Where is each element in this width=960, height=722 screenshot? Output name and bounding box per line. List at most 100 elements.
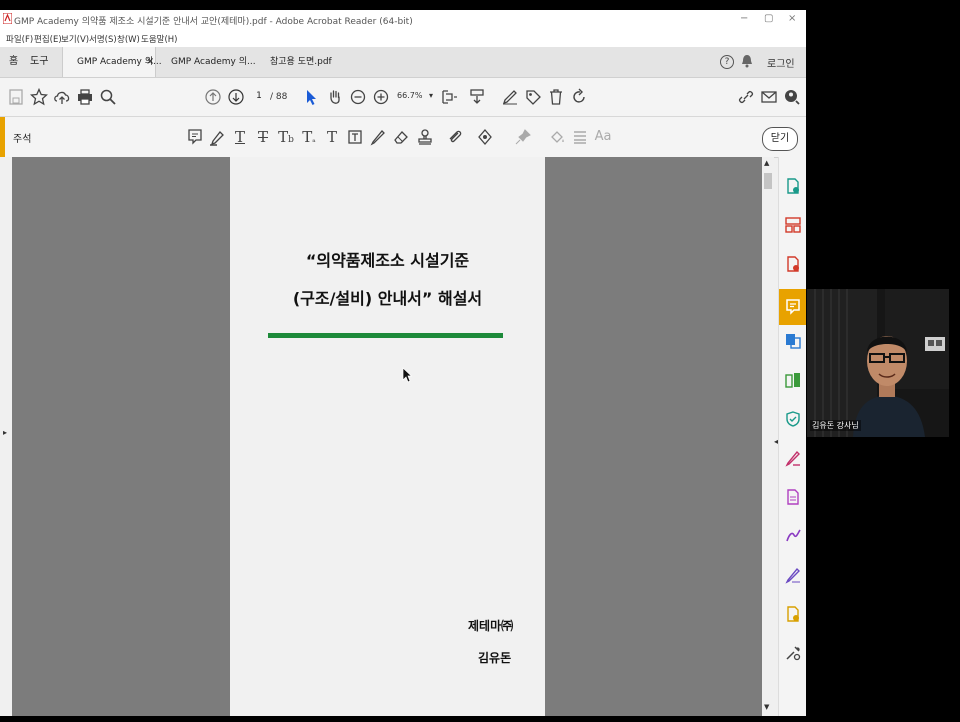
line-weight-icon[interactable]: [571, 128, 589, 146]
tab-document-3[interactable]: 참고용 도면.pdf: [270, 47, 332, 77]
menu-window[interactable]: 창(W): [117, 33, 140, 45]
select-cursor-icon[interactable]: [302, 88, 320, 106]
scroll-mode-icon[interactable]: [468, 88, 486, 106]
compress-pdf-icon[interactable]: [784, 371, 802, 389]
author-name: 김유돈: [478, 651, 512, 665]
scroll-down-icon[interactable]: ▼: [764, 703, 769, 711]
eraser-icon[interactable]: [392, 128, 410, 146]
minimize-icon[interactable]: −: [740, 13, 748, 24]
comment-tool-icon[interactable]: [779, 289, 806, 325]
print-icon[interactable]: [76, 88, 94, 106]
text-box-icon[interactable]: [346, 128, 364, 146]
accent-stripe: [0, 117, 5, 157]
sticky-note-icon[interactable]: [186, 128, 204, 146]
bookmark-star-icon[interactable]: [29, 87, 49, 106]
close-comment-label: 닫기: [770, 133, 790, 144]
delete-trash-icon[interactable]: [547, 88, 565, 106]
upload-cloud-icon[interactable]: [53, 88, 71, 106]
insert-text-icon[interactable]: Tₐ: [300, 128, 318, 146]
strikethrough-text-icon[interactable]: T: [254, 128, 272, 146]
next-page-icon[interactable]: [227, 88, 245, 106]
window-title: GMP Academy 의약품 제조소 시설기준 안내서 교안(제테마).pdf…: [14, 17, 413, 27]
fill-color-icon[interactable]: [548, 128, 566, 146]
certificate-icon[interactable]: [784, 605, 802, 623]
export-pdf-icon[interactable]: [784, 255, 802, 273]
zoom-in-icon[interactable]: [372, 88, 390, 106]
highlight-pen-icon[interactable]: [208, 128, 226, 146]
replace-text-icon[interactable]: Tb: [277, 128, 295, 146]
menu-edit[interactable]: 편집(E): [34, 33, 62, 45]
menu-view[interactable]: 보기(V): [61, 33, 89, 45]
organize-pages-icon[interactable]: [784, 216, 802, 234]
search-icon[interactable]: [99, 88, 117, 106]
scroll-up-icon[interactable]: ▲: [764, 159, 769, 167]
company-name: 제테마㈜: [468, 619, 514, 633]
document-title-line-1: “의약품제조소 시설기준: [305, 251, 470, 270]
email-icon[interactable]: [760, 88, 778, 106]
tab-tools[interactable]: 도구: [30, 47, 48, 77]
left-pane-collapsed[interactable]: ▸: [0, 157, 12, 716]
stamp-tag-icon[interactable]: [524, 88, 542, 106]
protect-icon[interactable]: [784, 410, 802, 428]
login-button[interactable]: 로그인: [767, 55, 795, 70]
close-comment-button[interactable]: 닫기: [762, 127, 798, 151]
right-tools-panel: [778, 157, 806, 716]
close-icon[interactable]: ×: [788, 13, 796, 24]
acrobat-window: GMP Academy 의약품 제조소 시설기준 안내서 교안(제테마).pdf…: [0, 10, 806, 716]
menu-sign[interactable]: 서명(S): [89, 33, 117, 45]
zoom-level-select[interactable]: 66.7% ▾: [397, 91, 433, 100]
tab-document-1[interactable]: GMP Academy 의... ×: [62, 47, 162, 77]
help-icon[interactable]: ?: [720, 55, 734, 69]
menu-file[interactable]: 파일(F): [6, 33, 33, 45]
combine-files-icon[interactable]: [784, 332, 802, 350]
rotate-icon[interactable]: [570, 88, 588, 106]
request-signature-icon[interactable]: [784, 527, 802, 545]
share-link-icon[interactable]: [737, 88, 755, 106]
draw-pencil-icon[interactable]: [369, 128, 387, 146]
document-viewport[interactable]: “의약품제조소 시설기준 (구조/설비) 안내서” 해설서 제테마㈜ 김유돈: [12, 157, 762, 716]
menu-help[interactable]: 도움말(H): [141, 33, 177, 45]
attach-file-icon[interactable]: [446, 128, 464, 146]
notification-bell-icon[interactable]: [741, 54, 753, 71]
title-bar: GMP Academy 의약품 제조소 시설기준 안내서 교안(제테마).pdf…: [0, 10, 806, 30]
tab-close-icon[interactable]: ×: [146, 47, 154, 77]
edit-pdf-icon[interactable]: [784, 488, 802, 506]
vertical-scrollbar[interactable]: ▲ ▼ ◂: [762, 157, 778, 716]
comment-panel-title: 주석: [13, 134, 32, 145]
expand-left-pane-icon[interactable]: ▸: [3, 428, 7, 437]
shape-icon[interactable]: [476, 128, 494, 146]
font-style-icon[interactable]: Aa: [594, 128, 612, 146]
tab-home[interactable]: 홈: [9, 47, 18, 77]
add-text-icon[interactable]: T: [323, 128, 341, 146]
scroll-thumb[interactable]: [764, 173, 772, 189]
save-icon[interactable]: [7, 88, 25, 106]
chevron-down-icon: ▾: [428, 91, 433, 100]
menu-bar: 파일(F) 편집(E) 보기(V) 서명(S) 창(W) 도움말(H): [0, 30, 806, 47]
maximize-icon[interactable]: ▢: [764, 13, 773, 24]
send-signature-icon[interactable]: [784, 566, 802, 584]
hand-tool-icon[interactable]: [326, 88, 344, 106]
pdf-page: “의약품제조소 시설기준 (구조/설비) 안내서” 해설서 제테마㈜ 김유돈: [230, 157, 545, 716]
mouse-cursor-icon: [402, 367, 413, 387]
webcam-feed-image: [807, 289, 949, 437]
previous-page-icon[interactable]: [204, 88, 222, 106]
webcam-video: 김유돈 강사님: [807, 289, 949, 437]
pin-icon[interactable]: [514, 128, 532, 146]
zoom-out-icon[interactable]: [349, 88, 367, 106]
fill-sign-icon[interactable]: [784, 449, 802, 467]
document-title-line-2: (구조/설비) 안내서” 해설서: [292, 289, 483, 308]
create-pdf-icon[interactable]: [784, 177, 802, 195]
page-number-input[interactable]: 1: [252, 91, 266, 105]
more-tools-icon[interactable]: [784, 644, 802, 662]
tab-document-2[interactable]: GMP Academy 의...: [171, 47, 256, 77]
sign-pen-icon[interactable]: [501, 88, 519, 106]
stamp-icon[interactable]: [416, 128, 434, 146]
zoom-level-value: 66.7%: [397, 91, 423, 100]
fit-page-icon[interactable]: [440, 88, 458, 106]
underline-text-icon[interactable]: T: [231, 128, 249, 146]
account-icon[interactable]: [783, 88, 801, 106]
video-caption: 김유돈 강사님: [810, 420, 861, 431]
acrobat-logo-icon: [2, 12, 13, 25]
page-total: / 88: [270, 92, 288, 102]
tab-bar: 홈 도구 GMP Academy 의... × GMP Academy 의...…: [0, 47, 806, 78]
